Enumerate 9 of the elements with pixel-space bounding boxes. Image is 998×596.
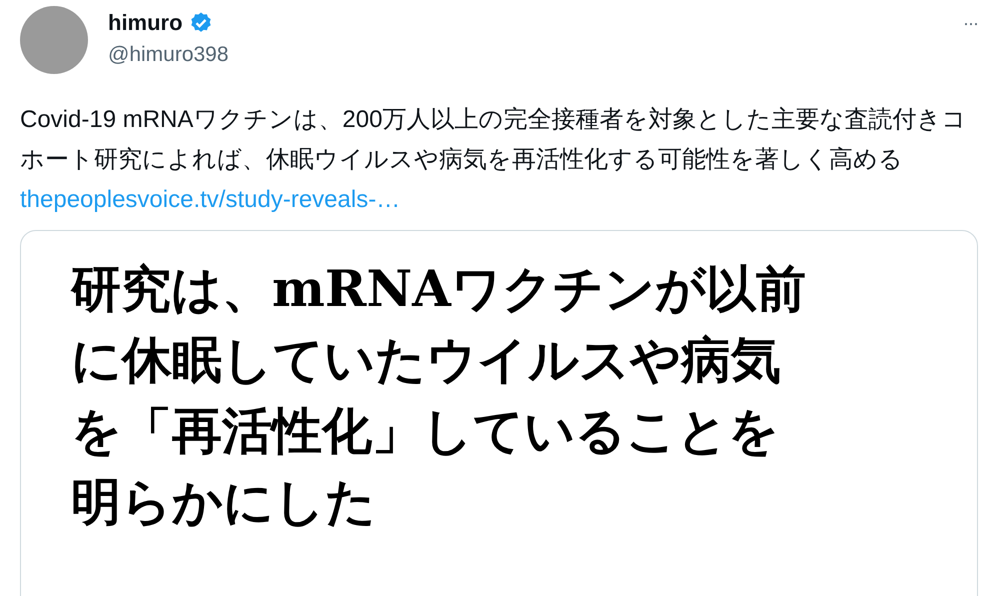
- card-image-text: に休眠していたウイルスや病気: [71, 329, 781, 391]
- more-menu-icon[interactable]: ···: [963, 10, 978, 37]
- author-handle[interactable]: @himuro398: [108, 40, 229, 70]
- card-image-text: 研究は、mRNAワクチンが以前: [71, 258, 806, 320]
- link-card[interactable]: 研究は、mRNAワクチンが以前 に休眠していたウイルスや病気 を「再活性化」していることを 明らかにした: [20, 230, 978, 596]
- author-name[interactable]: himuro: [108, 8, 183, 38]
- tweet-text: Covid-19 mRNAワクチンは、200万人以上の完全接種者を対象とした主要な査読付きコホート研究によれば、休眠ウイルスや病気を再活性化する可能性を著しく高める: [20, 105, 968, 175]
- card-image-text: 明らかにした: [71, 471, 376, 533]
- card-image-text: を「再活性化」していることを: [71, 400, 779, 462]
